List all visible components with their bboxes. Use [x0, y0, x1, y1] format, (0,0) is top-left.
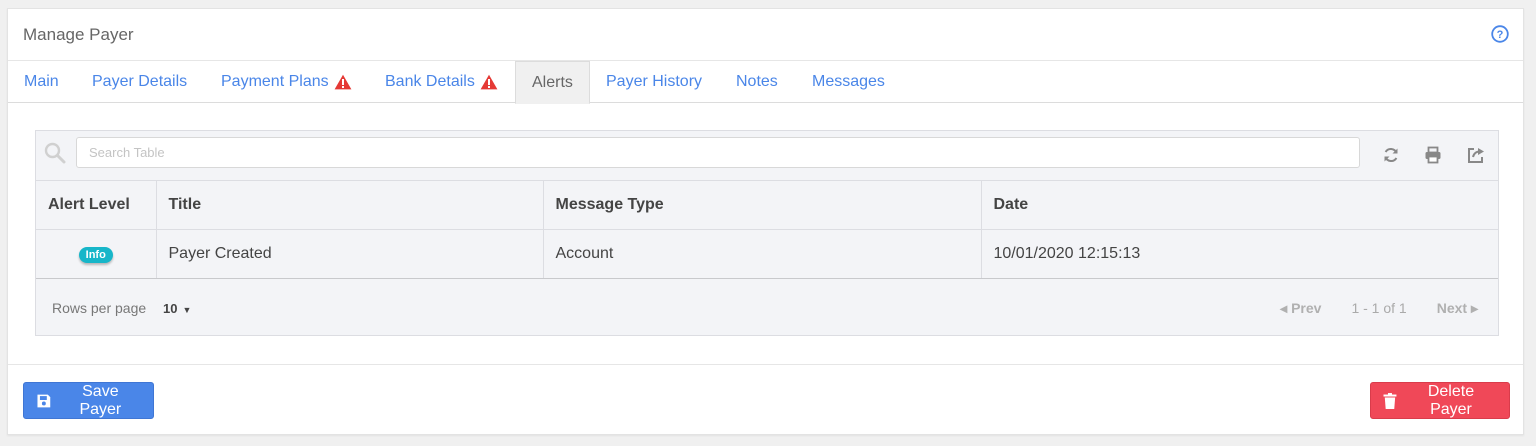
tab-label: Payment Plans	[221, 73, 329, 90]
warning-icon	[334, 74, 352, 90]
column-header-message-type[interactable]: Message Type	[543, 181, 982, 230]
help-icon[interactable]: ?	[1491, 25, 1509, 43]
export-icon[interactable]	[1467, 146, 1485, 164]
tab-label: Payer History	[606, 73, 703, 90]
save-payer-label: Save Payer	[79, 382, 122, 418]
tab-main[interactable]: Main	[24, 61, 59, 103]
tab-messages[interactable]: Messages	[812, 61, 885, 103]
message-type-cell: Account	[543, 229, 982, 279]
date-cell: 10/01/2020 12:15:13	[981, 229, 1498, 279]
refresh-icon[interactable]	[1382, 146, 1400, 164]
table-toolbar	[36, 131, 1498, 181]
search-input[interactable]	[76, 137, 1360, 168]
tab-label: Main	[24, 73, 59, 90]
tab-alerts[interactable]: Alerts	[515, 61, 590, 104]
tab-label: Payer Details	[92, 73, 188, 90]
rows-per-page-select[interactable]: 10 ▼	[163, 301, 191, 316]
table-footer: Rows per page 10 ▼ ◂ Prev 1 - 1 of 1 Next…	[36, 279, 1498, 336]
delete-payer-label: Delete Payer	[1427, 382, 1475, 418]
tab-payer-history[interactable]: Payer History	[606, 61, 702, 103]
footer-divider	[8, 364, 1523, 365]
alerts-table-panel: Alert Level Title Message Type Date Info…	[35, 130, 1499, 336]
next-page-button[interactable]: Next ▸	[1437, 300, 1478, 317]
tab-label: Messages	[812, 73, 885, 90]
column-header-title[interactable]: Title	[156, 181, 544, 230]
save-payer-button[interactable]: Save Payer	[23, 382, 154, 419]
tab-label: Alerts	[532, 73, 573, 91]
tab-payment-plans[interactable]: Payment Plans	[221, 61, 352, 103]
title-cell: Payer Created	[156, 229, 544, 279]
prev-label: Prev	[1291, 300, 1322, 316]
tab-bar: Main Payer Details Payment Plans Bank De…	[8, 61, 1523, 104]
warning-icon	[480, 74, 498, 90]
rows-per-page-value: 10	[163, 301, 178, 316]
alert-level-cell: Info	[36, 229, 157, 279]
table-row[interactable]: Info Payer Created Account 10/01/2020 12…	[36, 229, 1498, 279]
save-icon	[37, 394, 51, 407]
pagination: ◂ Prev 1 - 1 of 1 Next ▸	[1280, 300, 1478, 317]
manage-payer-card: Manage Payer ? Main Payer Details Paymen…	[7, 8, 1524, 435]
print-icon[interactable]	[1424, 146, 1442, 164]
rows-per-page-label: Rows per page	[52, 300, 147, 316]
tab-notes[interactable]: Notes	[736, 61, 778, 103]
alert-level-badge: Info	[78, 246, 113, 263]
tab-label: Notes	[736, 73, 778, 90]
svg-text:?: ?	[1497, 29, 1504, 41]
column-header-date[interactable]: Date	[981, 181, 1498, 230]
prev-page-button[interactable]: ◂ Prev	[1280, 300, 1321, 317]
tab-payer-details[interactable]: Payer Details	[92, 61, 187, 103]
caret-down-icon: ▼	[182, 305, 192, 315]
table-header-row: Alert Level Title Message Type Date	[36, 181, 1498, 230]
delete-payer-button[interactable]: Delete Payer	[1370, 382, 1510, 419]
tab-label: Bank Details	[385, 73, 475, 90]
search-icon	[44, 142, 66, 164]
tab-bank-details[interactable]: Bank Details	[385, 61, 498, 103]
next-label: Next	[1436, 300, 1468, 316]
trash-icon	[1383, 392, 1397, 409]
page-range: 1 - 1 of 1	[1351, 300, 1407, 316]
column-header-alert-level[interactable]: Alert Level	[36, 181, 157, 230]
card-header: Manage Payer ?	[8, 9, 1523, 61]
alerts-table: Alert Level Title Message Type Date Info…	[36, 181, 1498, 279]
page-title: Manage Payer	[23, 25, 134, 44]
